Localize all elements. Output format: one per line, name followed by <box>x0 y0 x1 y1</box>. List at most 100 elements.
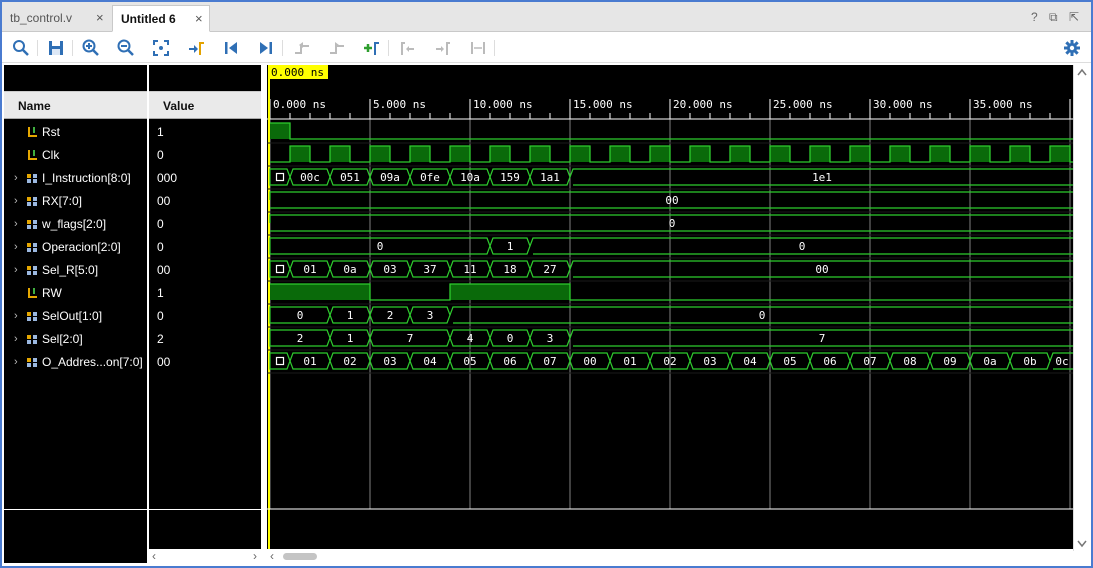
signal-value: 00 <box>157 355 171 369</box>
clock-high-fill <box>970 146 990 162</box>
divider <box>149 509 261 510</box>
chevron-right-icon[interactable]: › <box>14 167 18 189</box>
bus-value-label: 1 <box>347 309 354 322</box>
waveform-panel[interactable]: 5.000 ns 10.000 ns 15.000 ns 20.000 ns 25.00… <box>267 65 1080 549</box>
bus-value-label: 2 <box>387 309 394 322</box>
signal-row[interactable]: › SelOut[1:0] <box>4 305 147 327</box>
add-marker-icon[interactable] <box>362 38 382 58</box>
bus-value-label: 10a <box>460 171 480 184</box>
chevron-right-icon[interactable]: › <box>14 305 18 327</box>
scroll-left-icon[interactable]: ‹ <box>270 549 274 563</box>
signal-value: 2 <box>157 332 164 346</box>
bus-signal-icon <box>27 174 37 183</box>
clock-high-fill <box>890 146 910 162</box>
go-to-end-icon[interactable] <box>256 38 276 58</box>
name-column-header[interactable]: Name <box>4 91 147 119</box>
clock-high-fill <box>650 146 670 162</box>
maximize-icon[interactable]: ⇱ <box>1069 10 1079 24</box>
bus-value-label: 03 <box>383 263 396 276</box>
zoom-fit-icon[interactable] <box>151 38 171 58</box>
value-horizontal-scrollbar[interactable]: ‹ › <box>149 549 261 564</box>
clock-high-fill <box>810 146 830 162</box>
previous-transition-icon[interactable] <box>292 38 312 58</box>
vertical-scrollbar[interactable] <box>1073 65 1089 551</box>
bit-waveform <box>270 122 1074 140</box>
swap-cursors-icon[interactable] <box>468 38 488 58</box>
clock-high-fill <box>490 146 510 162</box>
bit-signal-icon <box>28 127 37 137</box>
chevron-right-icon[interactable]: › <box>14 236 18 258</box>
signal-name: RX[7:0] <box>42 194 83 208</box>
bus-value-label: 3 <box>427 309 434 322</box>
bus-value-label: 4 <box>467 332 474 345</box>
signal-row[interactable]: › Sel_R[5:0] <box>4 259 147 281</box>
bus-value-label: 0 <box>507 332 514 345</box>
bus-value-label: 06 <box>823 355 836 368</box>
scroll-left-icon[interactable]: ‹ <box>152 549 156 563</box>
undefined-value-marker <box>275 172 285 182</box>
bus-value-label: 04 <box>743 355 757 368</box>
bus-value-label: 01 <box>303 355 316 368</box>
signal-row[interactable]: › Sel[2:0] <box>4 328 147 350</box>
bus-value-label: 051 <box>340 171 360 184</box>
help-icon[interactable]: ? <box>1031 10 1038 24</box>
bus-value-label: 05 <box>783 355 796 368</box>
bus-value-label: 1 <box>507 240 514 253</box>
waveform-canvas[interactable]: 5.000 ns 10.000 ns 15.000 ns 20.000 ns 25.00… <box>267 65 1080 549</box>
next-transition-icon[interactable] <box>327 38 347 58</box>
next-marker-icon[interactable] <box>433 38 453 58</box>
bus-value-label: 27 <box>543 263 556 276</box>
signal-value: 00 <box>157 263 171 277</box>
chevron-right-icon[interactable]: › <box>14 213 18 235</box>
clock-high-fill <box>1010 146 1030 162</box>
save-icon[interactable] <box>46 38 66 58</box>
bus-value-label: 0b <box>1023 355 1036 368</box>
tab-tb-control[interactable]: tb_control.v × <box>2 5 110 32</box>
signal-row[interactable]: RW <box>4 282 147 304</box>
bus-value-label: 0 <box>377 240 384 253</box>
wave-horizontal-scrollbar[interactable]: ‹ <box>267 549 1073 564</box>
tab-bar: tb_control.v × Untitled 6 × ? ⧉ ⇱ <box>2 2 1091 32</box>
clock-high-fill <box>730 146 750 162</box>
bit-high-fill <box>270 123 290 139</box>
signal-value: 1 <box>157 125 164 139</box>
scroll-right-icon[interactable]: › <box>253 549 257 563</box>
signal-row[interactable]: › RX[7:0] <box>4 190 147 212</box>
value-column-header[interactable]: Value <box>149 91 261 119</box>
previous-marker-icon[interactable] <box>398 38 418 58</box>
gear-icon[interactable] <box>1062 38 1082 58</box>
chevron-right-icon[interactable]: › <box>14 190 18 212</box>
signal-row[interactable]: Clk <box>4 144 147 166</box>
close-icon[interactable]: × <box>195 6 203 32</box>
bus-value-label: 09a <box>380 171 400 184</box>
scroll-thumb[interactable] <box>283 553 317 560</box>
bus-value-label: 03 <box>703 355 716 368</box>
restore-icon[interactable]: ⧉ <box>1049 10 1058 25</box>
signal-row[interactable]: › O_Addres...on[7:0] <box>4 351 147 373</box>
go-to-cursor-icon[interactable] <box>186 38 206 58</box>
bus-segment <box>269 260 291 278</box>
signal-name: SelOut[1:0] <box>42 309 103 323</box>
signal-row[interactable]: › Operacion[2:0] <box>4 236 147 258</box>
bus-value-label: 03 <box>383 355 396 368</box>
undefined-value-marker <box>275 356 285 366</box>
signal-row[interactable]: › I_Instruction[8:0] <box>4 167 147 189</box>
bus-signal-icon <box>27 243 37 252</box>
chevron-right-icon[interactable]: › <box>14 351 18 373</box>
signal-name: O_Addres...on[7:0] <box>42 355 143 369</box>
signal-row[interactable]: › w_flags[2:0] <box>4 213 147 235</box>
signal-row[interactable]: Rst <box>4 121 147 143</box>
signal-name: Sel[2:0] <box>42 332 83 346</box>
bus-value-label: 1 <box>347 332 354 345</box>
bus-signal-icon <box>27 220 37 229</box>
go-to-start-icon[interactable] <box>221 38 241 58</box>
search-icon[interactable] <box>11 38 31 58</box>
tab-untitled-6[interactable]: Untitled 6 × <box>112 5 210 32</box>
zoom-out-icon[interactable] <box>116 38 136 58</box>
clock-high-fill <box>330 146 350 162</box>
bus-value-label: 02 <box>343 355 356 368</box>
chevron-right-icon[interactable]: › <box>14 328 18 350</box>
zoom-in-icon[interactable] <box>81 38 101 58</box>
chevron-right-icon[interactable]: › <box>14 259 18 281</box>
close-icon[interactable]: × <box>96 5 104 31</box>
